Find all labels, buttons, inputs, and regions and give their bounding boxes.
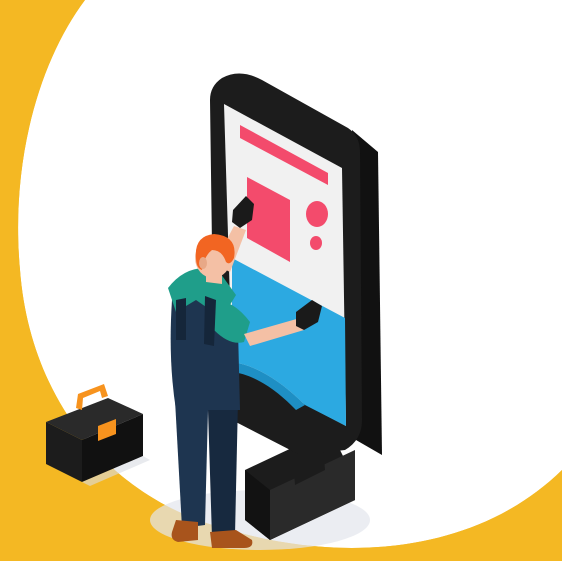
screen-circle-large — [306, 201, 328, 227]
left-shoe — [171, 520, 198, 542]
illustration-scene — [0, 0, 562, 561]
screen-circle-small — [310, 236, 322, 250]
